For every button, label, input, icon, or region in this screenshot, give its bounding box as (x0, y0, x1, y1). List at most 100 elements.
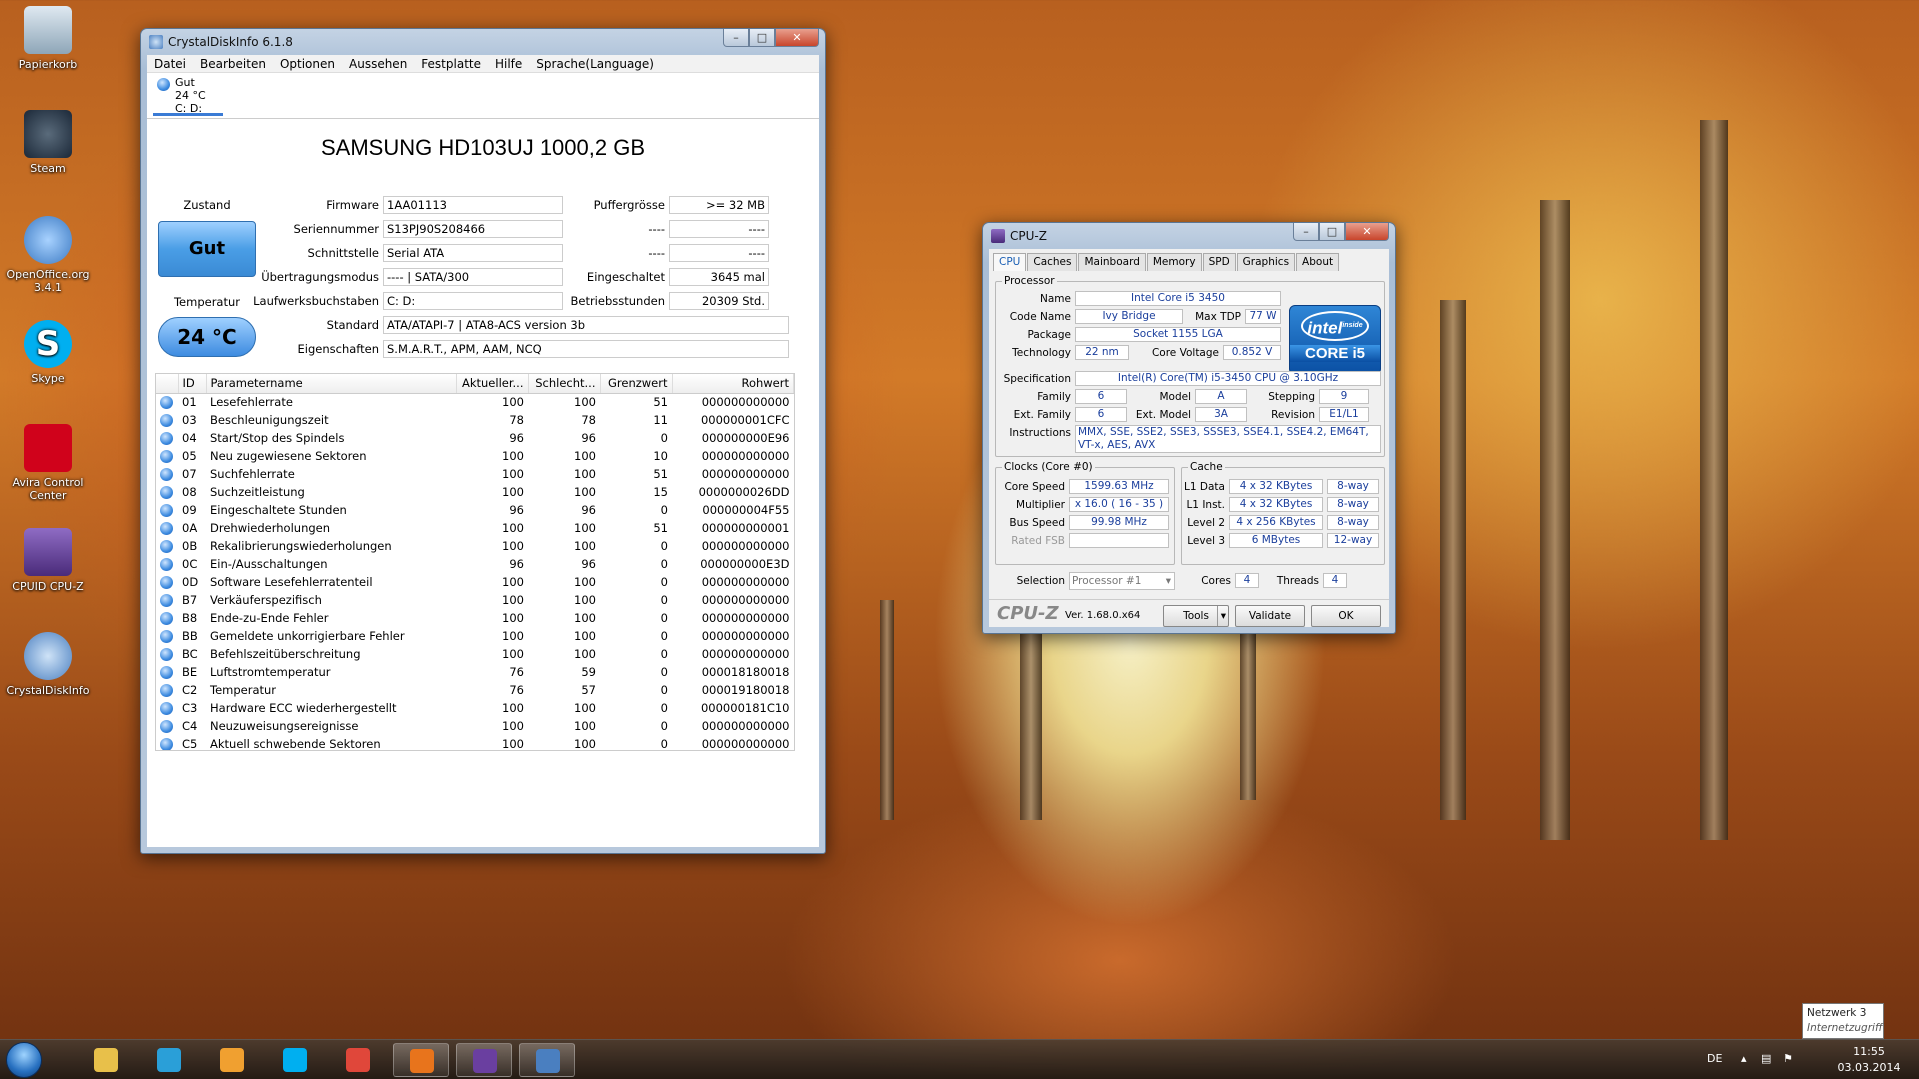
col-name[interactable]: Parametername (206, 374, 457, 394)
tab-about[interactable]: About (1296, 253, 1340, 271)
taskbar-network-app[interactable] (141, 1043, 197, 1077)
tools-button[interactable]: Tools ▾ (1163, 605, 1229, 627)
taskbar-firefox[interactable] (393, 1043, 449, 1077)
table-row[interactable]: 0B Rekalibrierungswiederholungen 100 100 0 00… (156, 537, 794, 555)
col-current[interactable]: Aktueller... (456, 374, 529, 394)
desktop-icon-skype[interactable]: S Skype (0, 320, 96, 385)
table-row[interactable]: B8 Ende-zu-Ende Fehler 100 100 0 000000000000 (156, 609, 794, 627)
window-title: CrystalDiskInfo 6.1.8 (168, 35, 293, 49)
table-row[interactable]: 07 Suchfehlerrate 100 100 51 000000000000 (156, 465, 794, 483)
table-row[interactable]: 04 Start/Stop des Spindels 96 96 0 000000000E… (156, 429, 794, 447)
minimize-icon[interactable]: – (723, 29, 749, 47)
desktop-icon-steam[interactable]: Steam (0, 110, 96, 175)
tab-spd[interactable]: SPD (1202, 253, 1236, 271)
tab-memory[interactable]: Memory (1146, 253, 1202, 271)
drive-tab[interactable]: Gut 24 °C C: D: (153, 76, 223, 116)
tab-mainboard[interactable]: Mainboard (1078, 253, 1146, 271)
table-row[interactable]: 03 Beschleunigungszeit 78 78 11 000000001CFC (156, 411, 794, 429)
table-row[interactable]: 09 Eingeschaltete Stunden 96 96 0 000000004F5… (156, 501, 794, 519)
network-icon[interactable]: ▤ (1761, 1052, 1771, 1065)
smart-table[interactable]: ID Parametername Aktueller... Schlecht..… (155, 373, 795, 751)
menu-optionen[interactable]: Optionen (273, 57, 342, 71)
chevron-up-icon[interactable]: ▴ (1741, 1052, 1747, 1065)
desktop-icon-recycle-bin[interactable]: Papierkorb (0, 6, 96, 71)
taskbar-media-player[interactable] (204, 1043, 260, 1077)
health-status-button[interactable]: Gut (158, 221, 256, 277)
tab-caches[interactable]: Caches (1027, 253, 1078, 271)
skype-icon (283, 1048, 307, 1072)
ok-button[interactable]: OK (1311, 605, 1381, 627)
maximize-icon[interactable]: □ (749, 29, 775, 47)
attr-worst: 100 (574, 521, 596, 535)
temperature-button[interactable]: 24 °C (158, 317, 256, 357)
menu-sprache[interactable]: Sprache(Language) (529, 57, 661, 71)
maximize-icon[interactable]: □ (1319, 223, 1345, 241)
taskbar-crystaldiskinfo[interactable] (519, 1043, 575, 1077)
network-tooltip: Netzwerk 3 Internetzugriff (1802, 1003, 1884, 1039)
minimize-icon[interactable]: – (1293, 223, 1319, 241)
attr-raw: 000000000E3D (700, 557, 790, 571)
table-row[interactable]: C5 Aktuell schwebende Sektoren 100 100 0 0000… (156, 735, 794, 750)
tab-graphics[interactable]: Graphics (1236, 253, 1296, 271)
taskbar-chrome[interactable] (330, 1043, 386, 1077)
col-threshold[interactable]: Grenzwert (600, 374, 673, 394)
col-raw[interactable]: Rohwert (672, 374, 794, 394)
taskbar-explorer[interactable] (78, 1043, 134, 1077)
table-row[interactable]: B7 Verkäuferspezifisch 100 100 0 000000000000 (156, 591, 794, 609)
unknown1-label: ---- (648, 222, 665, 236)
unknown2-label: ---- (648, 246, 665, 260)
close-icon[interactable]: ✕ (775, 29, 819, 47)
transfer-field: ---- | SATA/300 (383, 268, 563, 286)
col-status[interactable] (156, 374, 179, 394)
tree-trunk (1440, 300, 1466, 820)
table-row[interactable]: C3 Hardware ECC wiederhergestellt 100 100 0 0… (156, 699, 794, 717)
power-on-count-field: 3645 mal (669, 268, 769, 286)
selection-label: Selection (1016, 575, 1065, 587)
start-button[interactable] (6, 1042, 42, 1078)
desktop-icon-crystaldiskinfo[interactable]: CrystalDiskInfo (0, 632, 96, 697)
status-good-icon (160, 648, 173, 661)
tab-cpu[interactable]: CPU (993, 253, 1027, 271)
attr-name: Hardware ECC wiederhergestellt (210, 701, 397, 715)
selection-dropdown[interactable]: Processor #1 ▾ (1069, 572, 1175, 590)
desktop-icon-openoffice[interactable]: OpenOffice.org 3.4.1 (0, 216, 96, 294)
menu-aussehen[interactable]: Aussehen (342, 57, 414, 71)
table-row[interactable]: BB Gemeldete unkorrigierbare Fehler 100 100… (156, 627, 794, 645)
corevoltage-value: 0.852 V (1223, 345, 1281, 360)
table-row[interactable]: 0C Ein-/Ausschaltungen 96 96 0 000000000E3D (156, 555, 794, 573)
desktop-icon-avira[interactable]: Avira Control Center (0, 424, 96, 502)
table-row[interactable]: BC Befehlszeitüberschreitung 100 100 0 000000… (156, 645, 794, 663)
table-row[interactable]: 0D Software Lesefehlerratenteil 100 100 0 000… (156, 573, 794, 591)
tree-trunk (1540, 200, 1570, 840)
menu-datei[interactable]: Datei (147, 57, 193, 71)
attr-threshold: 0 (660, 719, 668, 733)
table-row[interactable]: C4 Neuzuweisungsereignisse 100 100 0 00000000… (156, 717, 794, 735)
language-indicator[interactable]: DE (1707, 1052, 1722, 1065)
close-icon[interactable]: ✕ (1345, 223, 1389, 241)
col-worst[interactable]: Schlecht... (528, 374, 601, 394)
interface-field: Serial ATA (383, 244, 563, 262)
chevron-down-icon: ▾ (1165, 575, 1171, 587)
menu-festplatte[interactable]: Festplatte (414, 57, 488, 71)
taskbar-cpu-z[interactable] (456, 1043, 512, 1077)
col-id[interactable]: ID (178, 374, 207, 394)
model-value: A (1195, 389, 1247, 404)
table-row[interactable]: C2 Temperatur 76 57 0 000019180018 (156, 681, 794, 699)
flag-icon[interactable]: ⚑ (1783, 1052, 1793, 1065)
desktop-icon-cpuz[interactable]: CPUID CPU-Z (0, 528, 96, 593)
status-good-icon (160, 630, 173, 643)
menu-bearbeiten[interactable]: Bearbeiten (193, 57, 273, 71)
clock[interactable]: 11:55 03.03.2014 (1829, 1044, 1909, 1076)
attr-worst: 78 (581, 413, 596, 427)
media-player-icon (220, 1048, 244, 1072)
cpuz-window[interactable]: CPU-Z – □ ✕ CPU Caches Mainboard Memory … (982, 222, 1396, 634)
taskbar-skype[interactable] (267, 1043, 323, 1077)
validate-button[interactable]: Validate (1235, 605, 1305, 627)
table-row[interactable]: 0A Drehwiederholungen 100 100 51 000000000001 (156, 519, 794, 537)
menu-hilfe[interactable]: Hilfe (488, 57, 529, 71)
crystaldiskinfo-window[interactable]: CrystalDiskInfo 6.1.8 – □ ✕ Datei Bearbe… (140, 28, 826, 854)
table-row[interactable]: BE Luftstromtemperatur 76 59 0 000018180018 (156, 663, 794, 681)
table-row[interactable]: 01 Lesefehlerrate 100 100 51 000000000000 (156, 393, 794, 411)
table-row[interactable]: 08 Suchzeitleistung 100 100 15 0000000026DD (156, 483, 794, 501)
table-row[interactable]: 05 Neu zugewiesene Sektoren 100 100 10 000000… (156, 447, 794, 465)
